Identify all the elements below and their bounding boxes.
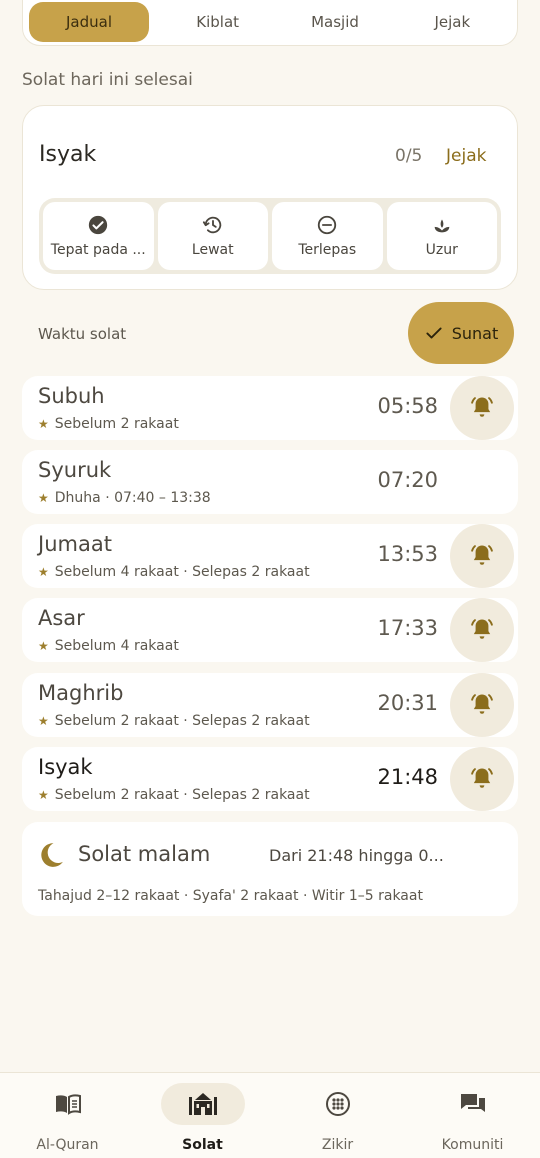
prayer-row-maghrib[interactable]: Maghrib ★ Sebelum 2 rakaat · Selepas 2 ra… <box>22 673 518 737</box>
on-time-label: Tepat pada ... <box>50 242 146 258</box>
nav-label: Zikir <box>321 1137 354 1153</box>
status-button-group: Tepat pada ... Lewat Terlepas Uzur <box>39 198 501 274</box>
alarm-toggle-button[interactable] <box>450 524 514 588</box>
star-icon: ★ <box>38 639 49 653</box>
excused-label: Uzur <box>425 242 458 258</box>
nav-komuniti[interactable]: Komuniti <box>405 1073 540 1158</box>
missed-button[interactable]: Terlepas <box>272 202 383 270</box>
bell-ring-icon <box>471 545 493 565</box>
minus-circle-icon <box>318 215 337 235</box>
alarm-toggle-button[interactable] <box>450 747 514 811</box>
star-icon: ★ <box>38 788 49 802</box>
prayer-sunat-info: ★ Sebelum 2 rakaat <box>38 416 179 432</box>
prayer-name: Isyak <box>38 755 93 779</box>
missed-label: Terlepas <box>298 242 357 258</box>
book-icon <box>26 1083 110 1125</box>
prayer-name: Asar <box>38 606 85 630</box>
prayer-sunat-info: ★ Sebelum 4 rakaat <box>38 638 179 654</box>
tab-jadual[interactable]: Jadual <box>29 2 149 42</box>
nav-solat[interactable]: Solat <box>135 1073 270 1158</box>
alarm-toggle-button[interactable] <box>450 598 514 662</box>
star-icon: ★ <box>38 714 49 728</box>
status-count: 0/5 <box>395 146 423 166</box>
leaf-icon <box>434 219 450 233</box>
prayer-name: Jumaat <box>38 532 112 556</box>
bell-ring-icon <box>471 694 493 714</box>
nav-label: Komuniti <box>441 1137 504 1153</box>
section-title: Solat hari ini selesai <box>22 70 193 90</box>
prayer-row-asar[interactable]: Asar ★ Sebelum 4 rakaat 17:33 <box>22 598 518 662</box>
prayer-status-card: Isyak 0/5 Jejak Tepat pada ... Lewat Ter… <box>22 105 518 290</box>
nav-zikir[interactable]: Zikir <box>270 1073 405 1158</box>
prayer-name: Maghrib <box>38 681 124 705</box>
on-time-button[interactable]: Tepat pada ... <box>43 202 154 270</box>
nav-label: Al-Quran <box>36 1137 99 1153</box>
night-prayer-card[interactable]: Solat malam Dari 21:48 hingga 0... Tahaj… <box>22 822 518 916</box>
check-icon <box>426 327 442 339</box>
tab-jejak[interactable]: Jejak <box>394 2 511 42</box>
late-label: Lewat <box>191 242 234 258</box>
prayer-time: 05:58 <box>377 394 438 418</box>
history-icon <box>202 216 221 234</box>
bell-ring-icon <box>471 619 493 639</box>
prayer-sub-text: Dhuha · 07:40 – 13:38 <box>54 490 211 506</box>
bottom-navigation: Al-Quran Solat Zikir Komuniti <box>0 1072 540 1158</box>
sunat-button[interactable]: Sunat <box>408 302 514 364</box>
star-icon: ★ <box>38 491 49 505</box>
prayer-row-subuh[interactable]: Subuh ★ Sebelum 2 rakaat 05:58 <box>22 376 518 440</box>
prayer-time: 07:20 <box>377 468 438 492</box>
star-icon: ★ <box>38 417 49 431</box>
tab-kiblat[interactable]: Kiblat <box>159 2 276 42</box>
prayer-name: Syuruk <box>38 458 112 482</box>
check-circle-icon <box>89 215 108 235</box>
night-prayer-range: Dari 21:48 hingga 0... <box>269 846 444 865</box>
prayer-sunat-info: ★ Sebelum 2 rakaat · Selepas 2 rakaat <box>38 713 310 729</box>
top-tab-bar: Jadual Kiblat Masjid Jejak <box>22 0 518 46</box>
prayer-sub-text: Sebelum 4 rakaat <box>54 638 179 654</box>
night-prayer-details: Tahajud 2–12 rakaat · Syafa' 2 rakaat · … <box>38 888 423 904</box>
prayer-times-label: Waktu solat <box>38 325 127 343</box>
excused-button[interactable]: Uzur <box>386 202 497 270</box>
sunat-label: Sunat <box>451 323 499 343</box>
prayer-sunat-info: ★ Dhuha · 07:40 – 13:38 <box>38 490 211 506</box>
bell-ring-icon <box>471 397 493 417</box>
prayer-sunat-info: ★ Sebelum 2 rakaat · Selepas 2 rakaat <box>38 787 310 803</box>
prayer-row-isyak[interactable]: Isyak ★ Sebelum 2 rakaat · Selepas 2 raka… <box>22 747 518 811</box>
prayer-row-jumaat[interactable]: Jumaat ★ Sebelum 4 rakaat · Selepas 2 rak… <box>22 524 518 588</box>
late-button[interactable]: Lewat <box>157 202 268 270</box>
prayer-row-syuruk[interactable]: Syuruk ★ Dhuha · 07:40 – 13:38 07:20 <box>22 450 518 514</box>
prayer-time: 13:53 <box>377 542 438 566</box>
chat-icon <box>431 1083 515 1125</box>
mosque-icon <box>160 1083 245 1125</box>
bell-ring-icon <box>471 768 493 788</box>
alarm-toggle-button[interactable] <box>450 376 514 440</box>
tab-masjid[interactable]: Masjid <box>276 2 393 42</box>
prayer-time: 17:33 <box>377 616 438 640</box>
prayer-sub-text: Sebelum 2 rakaat <box>54 416 179 432</box>
prayer-sub-text: Sebelum 2 rakaat · Selepas 2 rakaat <box>54 713 310 729</box>
prayer-time: 20:31 <box>377 691 438 715</box>
jejak-link[interactable]: Jejak <box>446 146 486 166</box>
moon-icon <box>41 843 63 867</box>
prayer-name: Subuh <box>38 384 105 408</box>
nav-al-quran[interactable]: Al-Quran <box>0 1073 135 1158</box>
beads-icon <box>296 1083 380 1125</box>
status-prayer-name: Isyak <box>39 142 97 167</box>
night-prayer-title: Solat malam <box>78 842 211 866</box>
prayer-time: 21:48 <box>377 765 438 789</box>
alarm-toggle-button[interactable] <box>450 673 514 737</box>
prayer-sunat-info: ★ Sebelum 4 rakaat · Selepas 2 rakaat <box>38 564 310 580</box>
nav-label: Solat <box>182 1137 223 1153</box>
prayer-sub-text: Sebelum 2 rakaat · Selepas 2 rakaat <box>54 787 310 803</box>
prayer-sub-text: Sebelum 4 rakaat · Selepas 2 rakaat <box>54 564 310 580</box>
star-icon: ★ <box>38 565 49 579</box>
